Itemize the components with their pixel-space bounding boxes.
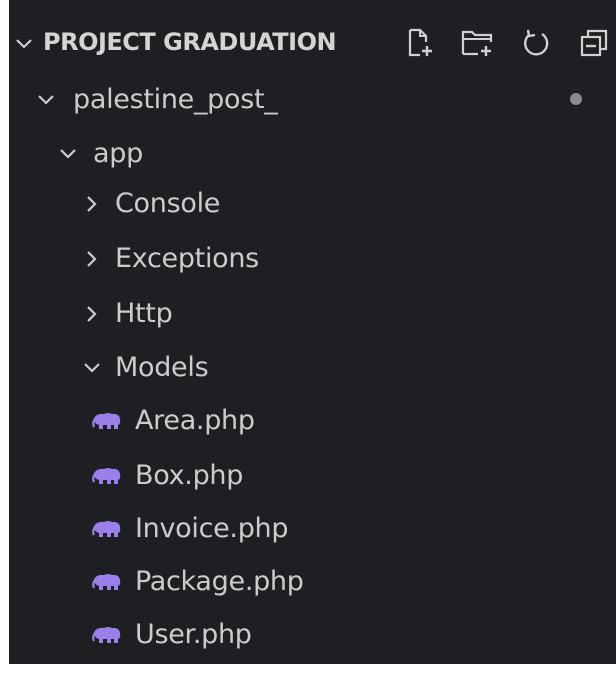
- tree-folder-row[interactable]: Http: [9, 290, 616, 338]
- new-folder-icon: [461, 30, 493, 56]
- tree-file-row[interactable]: User.php: [9, 611, 616, 659]
- chevron-right-icon: [87, 306, 97, 322]
- php-icon: [92, 468, 121, 484]
- new-file-icon: [408, 28, 432, 57]
- collapse-all-button[interactable]: [575, 24, 613, 62]
- chevron-down-icon: [84, 363, 100, 373]
- tree-item-label: Models: [115, 352, 209, 383]
- php-icon: [92, 574, 121, 590]
- tree-item-label: Box.php: [135, 460, 244, 491]
- tree-folder-row[interactable]: Models: [9, 344, 616, 392]
- chevron-down-icon: [16, 39, 32, 49]
- tree-file-row[interactable]: Package.php: [9, 558, 616, 606]
- explorer-actions: [401, 24, 613, 62]
- explorer-section-header[interactable]: PROJECT GRADUATION: [9, 22, 616, 68]
- tree-item-label: Console: [115, 188, 221, 219]
- chevron-right-icon: [87, 251, 97, 267]
- new-file-button[interactable]: [401, 24, 439, 62]
- tree-file-row[interactable]: Invoice.php: [9, 505, 616, 553]
- chevron-right-icon: [87, 196, 97, 212]
- tree-folder-row[interactable]: app: [9, 130, 616, 178]
- explorer-panel: PROJECT GRADUATION palestine_post_ app C…: [9, 0, 616, 664]
- php-icon: [92, 627, 121, 643]
- tree-item-label: Invoice.php: [135, 513, 289, 544]
- chevron-down-icon: [60, 149, 76, 159]
- tree-folder-row[interactable]: palestine_post_: [9, 76, 616, 124]
- tree-item-label: palestine_post_: [73, 84, 278, 115]
- tree-item-label: app: [93, 138, 143, 169]
- section-title: PROJECT GRADUATION: [43, 28, 337, 56]
- tree-item-label: Area.php: [135, 405, 255, 436]
- new-folder-button[interactable]: [459, 24, 497, 62]
- modified-indicator-dot: [570, 93, 582, 105]
- tree-folder-row[interactable]: Console: [9, 180, 616, 228]
- tree-item-label: Http: [115, 298, 173, 329]
- php-icon: [92, 413, 121, 429]
- refresh-icon: [524, 29, 549, 56]
- tree-item-label: Exceptions: [115, 243, 259, 274]
- refresh-button[interactable]: [517, 24, 555, 62]
- php-icon: [92, 521, 121, 537]
- tree-item-label: User.php: [135, 619, 252, 650]
- chevron-down-icon: [38, 95, 54, 105]
- tree-folder-row[interactable]: Exceptions: [9, 235, 616, 283]
- tree-item-label: Package.php: [135, 566, 304, 597]
- tree-file-row[interactable]: Box.php: [9, 452, 616, 500]
- collapse-all-icon: [580, 29, 608, 57]
- tree-file-row[interactable]: Area.php: [9, 397, 616, 445]
